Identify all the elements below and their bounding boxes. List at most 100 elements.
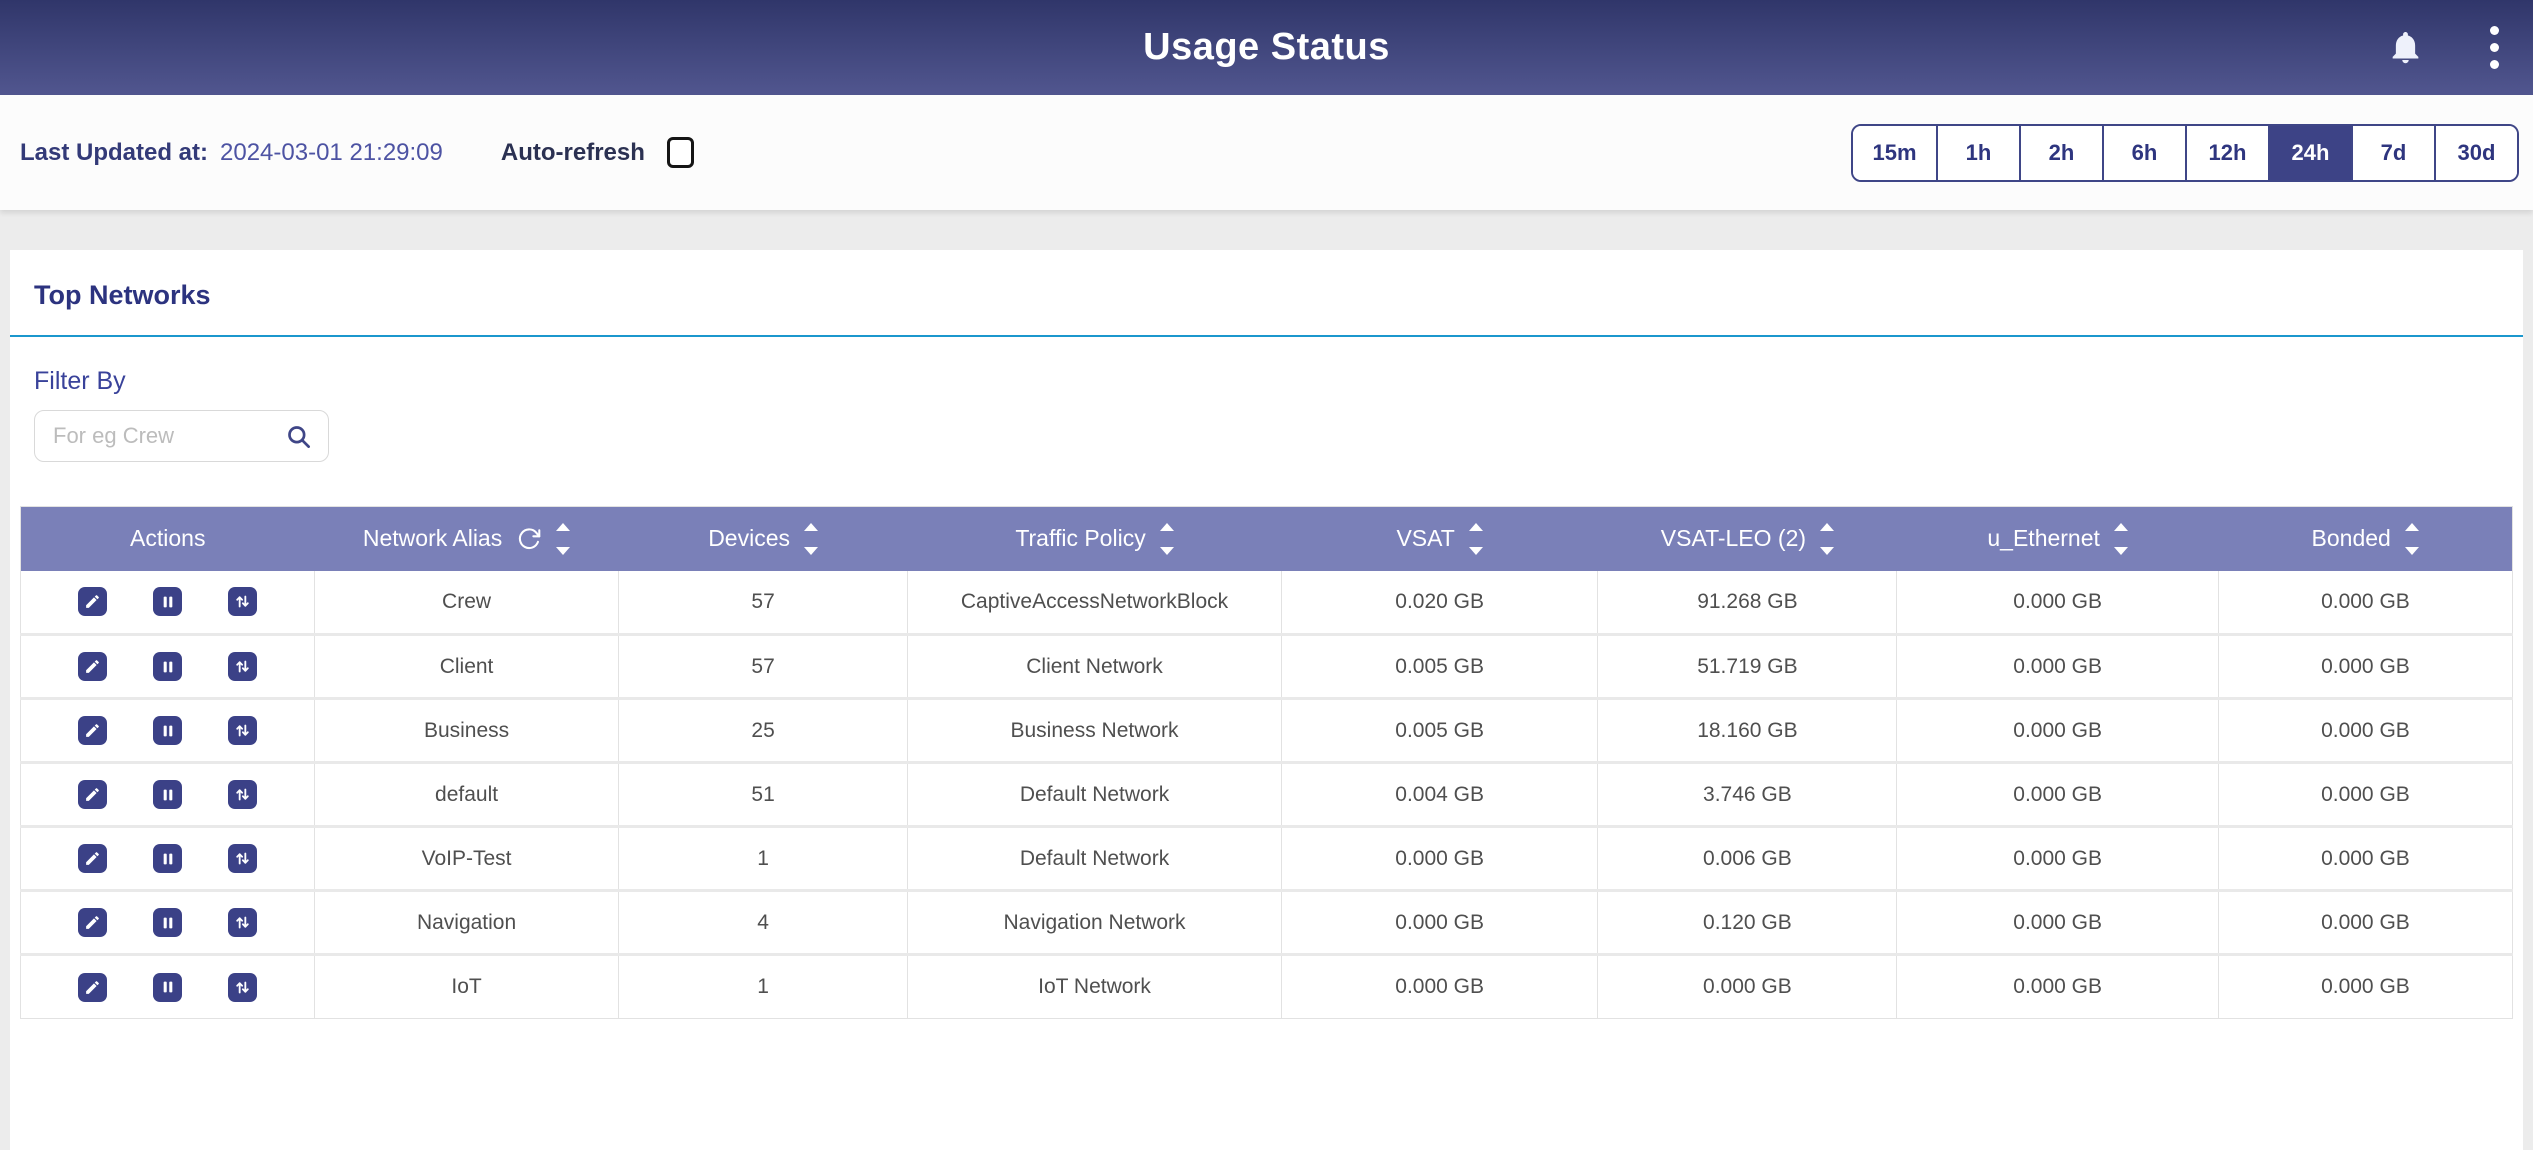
pause-button[interactable]: [153, 652, 182, 681]
pause-icon: [160, 787, 176, 803]
edit-button[interactable]: [78, 652, 107, 681]
range-button-6h[interactable]: 6h: [2102, 126, 2185, 180]
traffic-updown-button[interactable]: [228, 716, 257, 745]
pause-button[interactable]: [153, 908, 182, 937]
pause-button[interactable]: [153, 973, 182, 1002]
vsat_leo-cell: 3.746 GB: [1598, 763, 1897, 827]
edit-button[interactable]: [78, 716, 107, 745]
column-header-policy[interactable]: Traffic Policy: [908, 507, 1282, 571]
refresh-icon[interactable]: [516, 526, 542, 552]
alias-cell: Business: [315, 699, 619, 763]
column-label: Network Alias: [363, 525, 502, 552]
pause-button[interactable]: [153, 844, 182, 873]
range-button-2h[interactable]: 2h: [2019, 126, 2102, 180]
traffic-updown-button[interactable]: [228, 652, 257, 681]
column-header-u_ethernet[interactable]: u_Ethernet: [1897, 507, 2218, 571]
column-header-devices[interactable]: Devices: [619, 507, 908, 571]
sort-asc-icon[interactable]: [2405, 523, 2419, 531]
range-button-24h[interactable]: 24h: [2268, 126, 2351, 180]
sort-desc-icon[interactable]: [804, 547, 818, 555]
sort-asc-icon[interactable]: [1469, 523, 1483, 531]
card-divider: [10, 335, 2523, 337]
traffic-updown-button[interactable]: [228, 908, 257, 937]
sort-asc-icon[interactable]: [2114, 523, 2128, 531]
sort-desc-icon[interactable]: [2405, 547, 2419, 555]
bell-icon[interactable]: [2387, 29, 2424, 66]
column-label: VSAT-LEO (2): [1661, 525, 1806, 552]
filter-search-box: [34, 410, 329, 462]
edit-icon: [84, 593, 101, 610]
sort-asc-icon[interactable]: [1160, 523, 1174, 531]
sort-desc-icon[interactable]: [1469, 547, 1483, 555]
vsat-cell: 0.000 GB: [1281, 891, 1597, 955]
page-title: Usage Status: [1143, 26, 1390, 69]
traffic-updown-button[interactable]: [228, 780, 257, 809]
pause-button[interactable]: [153, 716, 182, 745]
range-button-1h[interactable]: 1h: [1936, 126, 2019, 180]
arrows-up-down-icon: [234, 850, 251, 867]
sort-asc-icon[interactable]: [1820, 523, 1834, 531]
kebab-menu-icon[interactable]: [2486, 22, 2503, 73]
vsat-cell: 0.020 GB: [1281, 571, 1597, 635]
card-title: Top Networks: [10, 250, 2523, 311]
traffic-updown-button[interactable]: [228, 587, 257, 616]
traffic-updown-button[interactable]: [228, 973, 257, 1002]
actions-cell: [21, 891, 315, 955]
actions-cell: [21, 763, 315, 827]
table-row: IoT1IoT Network0.000 GB0.000 GB0.000 GB0…: [21, 955, 2513, 1019]
top-networks-card: Top Networks Filter By ActionsNetwork Al…: [10, 250, 2523, 1150]
column-header-alias[interactable]: Network Alias: [315, 507, 619, 571]
arrows-up-down-icon: [234, 914, 251, 931]
column-header-vsat[interactable]: VSAT: [1281, 507, 1597, 571]
devices-cell: 57: [619, 635, 908, 699]
range-button-30d[interactable]: 30d: [2434, 126, 2517, 180]
alias-cell: VoIP-Test: [315, 827, 619, 891]
column-label: Bonded: [2312, 525, 2391, 552]
sort-asc-icon[interactable]: [804, 523, 818, 531]
edit-button[interactable]: [78, 908, 107, 937]
edit-button[interactable]: [78, 587, 107, 616]
table-row: Navigation4Navigation Network0.000 GB0.1…: [21, 891, 2513, 955]
pause-icon: [160, 851, 176, 867]
bonded-cell: 0.000 GB: [2218, 571, 2512, 635]
sort-arrows: [1820, 523, 1834, 555]
sort-desc-icon[interactable]: [1820, 547, 1834, 555]
policy-cell: Default Network: [908, 763, 1282, 827]
traffic-updown-button[interactable]: [228, 844, 257, 873]
pause-button[interactable]: [153, 587, 182, 616]
sort-desc-icon[interactable]: [556, 547, 570, 555]
actions-cell: [21, 827, 315, 891]
pause-icon: [160, 659, 176, 675]
actions-cell: [21, 635, 315, 699]
edit-button[interactable]: [78, 780, 107, 809]
alias-cell: Crew: [315, 571, 619, 635]
pause-button[interactable]: [153, 780, 182, 809]
bonded-cell: 0.000 GB: [2218, 891, 2512, 955]
sort-desc-icon[interactable]: [2114, 547, 2128, 555]
sort-asc-icon[interactable]: [556, 523, 570, 531]
auto-refresh-checkbox[interactable]: [667, 137, 694, 168]
range-button-15m[interactable]: 15m: [1853, 126, 1936, 180]
devices-cell: 57: [619, 571, 908, 635]
devices-cell: 1: [619, 955, 908, 1019]
alias-cell: default: [315, 763, 619, 827]
sort-desc-icon[interactable]: [1160, 547, 1174, 555]
search-icon[interactable]: [285, 423, 312, 450]
edit-icon: [84, 722, 101, 739]
column-header-vsat_leo[interactable]: VSAT-LEO (2): [1598, 507, 1897, 571]
policy-cell: Navigation Network: [908, 891, 1282, 955]
actions-cell: [21, 571, 315, 635]
pause-icon: [160, 594, 176, 610]
table-header-row: ActionsNetwork AliasDevicesTraffic Polic…: [21, 507, 2513, 571]
filter-search-input[interactable]: [51, 422, 285, 450]
edit-icon: [84, 979, 101, 996]
vsat-cell: 0.005 GB: [1281, 635, 1597, 699]
policy-cell: Default Network: [908, 827, 1282, 891]
range-button-12h[interactable]: 12h: [2185, 126, 2268, 180]
range-button-7d[interactable]: 7d: [2351, 126, 2434, 180]
edit-button[interactable]: [78, 973, 107, 1002]
table-row: default51Default Network0.004 GB3.746 GB…: [21, 763, 2513, 827]
vsat_leo-cell: 91.268 GB: [1598, 571, 1897, 635]
edit-button[interactable]: [78, 844, 107, 873]
column-header-bonded[interactable]: Bonded: [2218, 507, 2512, 571]
